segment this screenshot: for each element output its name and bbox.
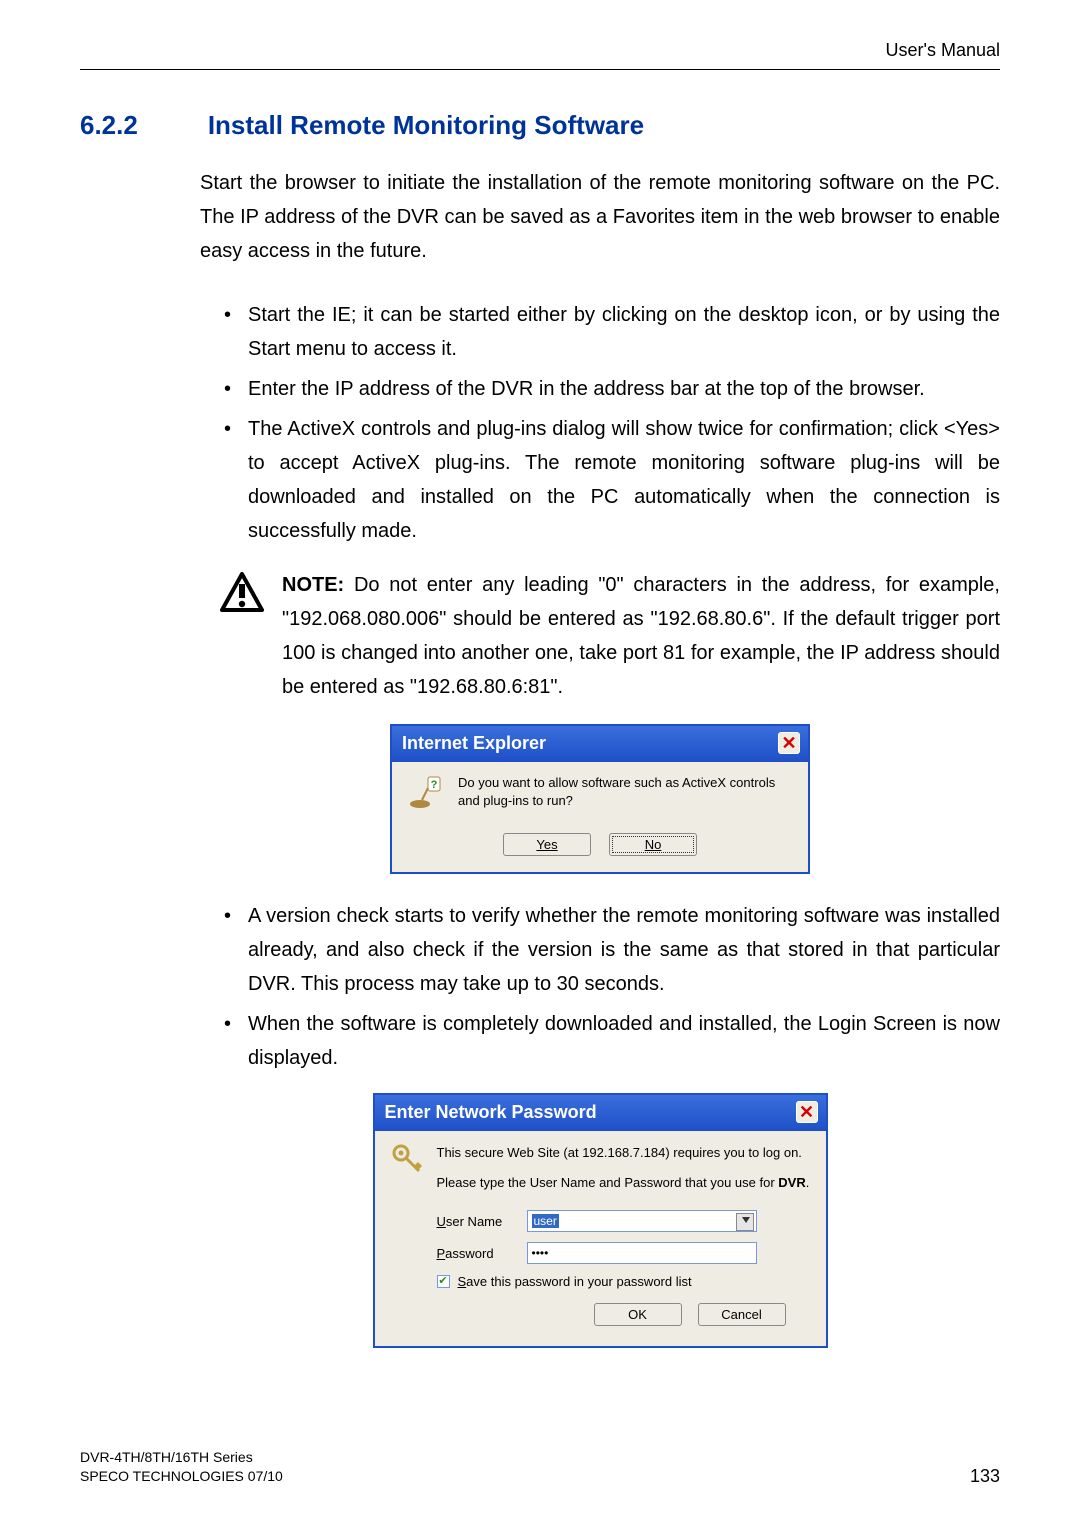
bullet-list-top: Start the IE; it can be started either b… [220,298,1000,548]
key-icon [391,1143,423,1175]
close-icon: ✕ [799,1103,814,1121]
page-footer: DVR-4TH/8TH/16TH Series SPECO TECHNOLOGI… [80,1448,1000,1487]
username-value: user [532,1214,559,1228]
bullet-item: Enter the IP address of the DVR in the a… [220,372,1000,406]
cancel-button[interactable]: Cancel [698,1303,786,1326]
save-password-label: Save this password in your password list [458,1274,692,1289]
chevron-down-icon[interactable] [742,1217,750,1223]
ie-dialog: Internet Explorer ✕ ? Do you want to all… [390,724,810,874]
section-number: 6.2.2 [80,110,138,141]
bullet-item: A version check starts to verify whether… [220,899,1000,1001]
bullet-list-bottom: A version check starts to verify whether… [220,899,1000,1075]
warning-icon [220,572,264,617]
close-button[interactable]: ✕ [778,732,800,754]
page-number: 133 [970,1466,1000,1487]
intro-paragraph: Start the browser to initiate the instal… [200,166,1000,268]
bullet-item: Start the IE; it can be started either b… [220,298,1000,366]
question-icon: ? [408,774,444,813]
dialog-title: Enter Network Password [385,1102,597,1123]
note-block: NOTE: Do not enter any leading "0" chara… [220,568,1000,704]
close-icon: ✕ [781,734,796,752]
bullet-item: The ActiveX controls and plug-ins dialog… [220,412,1000,548]
dialog-lead2: Please type the User Name and Password t… [437,1173,810,1193]
password-label: Password [437,1246,515,1261]
dialog-titlebar[interactable]: Internet Explorer ✕ [392,726,808,762]
section-title: Install Remote Monitoring Software [208,110,644,141]
header-right: User's Manual [80,40,1000,70]
password-value: •••• [532,1246,549,1260]
close-button[interactable]: ✕ [796,1101,818,1123]
note-label: NOTE: [282,574,344,596]
svg-text:?: ? [431,779,438,791]
dialog-titlebar[interactable]: Enter Network Password ✕ [375,1095,826,1131]
no-button[interactable]: No [609,833,697,856]
ok-button[interactable]: OK [594,1303,682,1326]
yes-button[interactable]: Yes [503,833,591,856]
password-input[interactable]: •••• [527,1242,757,1264]
save-password-checkbox[interactable]: ✔ [437,1275,450,1288]
dialog-title: Internet Explorer [402,733,546,754]
note-body: Do not enter any leading "0" characters … [282,574,1000,698]
dialog-lead1: This secure Web Site (at 192.168.7.184) … [437,1143,810,1163]
note-text: NOTE: Do not enter any leading "0" chara… [282,568,1000,704]
footer-line2: SPECO TECHNOLOGIES 07/10 [80,1467,283,1487]
username-input[interactable]: user [527,1210,757,1232]
password-dialog: Enter Network Password ✕ This secure Web… [373,1093,828,1348]
footer-line1: DVR-4TH/8TH/16TH Series [80,1448,283,1468]
username-label: User Name [437,1214,515,1229]
section-heading: 6.2.2 Install Remote Monitoring Software [80,110,1000,141]
dialog-message: Do you want to allow software such as Ac… [458,774,792,810]
bullet-item: When the software is completely download… [220,1007,1000,1075]
